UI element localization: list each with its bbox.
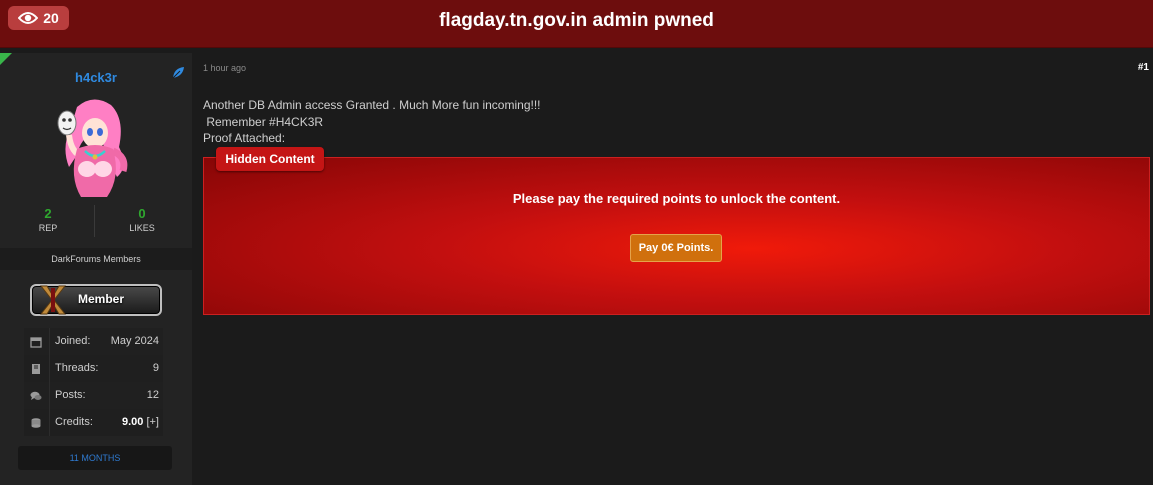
- post-line: Remember #H4CK3R: [203, 114, 324, 129]
- credits-row: Credits: 9.00 [+]: [24, 409, 163, 436]
- rep-label: REP: [38, 223, 58, 233]
- leaf-icon: [172, 66, 185, 84]
- pay-points-button[interactable]: Pay 0€ Points.: [630, 234, 722, 262]
- joined-value: May 2024: [110, 335, 159, 347]
- rank-emblem-icon: [38, 284, 68, 316]
- rep-count: 2: [44, 206, 52, 221]
- author-stats: 2 REP 0 LIKES: [0, 203, 192, 239]
- threads-value[interactable]: 9: [153, 362, 159, 374]
- book-icon: [30, 363, 42, 375]
- likes-label: LIKES: [129, 223, 155, 233]
- row-divider: [49, 382, 50, 409]
- author-panel: h4ck3r 2 REP 0 LIKES DarkForums Members …: [0, 53, 192, 485]
- author-info-table: Joined: May 2024 Threads: 9 Posts: 12 Cr…: [24, 328, 163, 436]
- comments-icon: [30, 390, 42, 402]
- likes-stat[interactable]: 0 LIKES: [94, 206, 190, 233]
- post-body: Another DB Admin access Granted . Much M…: [203, 97, 541, 147]
- coins-icon: [30, 417, 42, 429]
- calendar-icon: [30, 336, 42, 348]
- hidden-content-label: Hidden Content: [216, 147, 324, 171]
- thread-title: flagday.tn.gov.in admin pwned: [439, 10, 714, 31]
- posts-value[interactable]: 12: [147, 389, 159, 401]
- credits-value: 9.00: [121, 416, 144, 428]
- row-divider: [49, 409, 50, 436]
- post-number[interactable]: #1: [1138, 62, 1149, 73]
- rep-stat[interactable]: 2 REP: [0, 206, 96, 233]
- posts-row: Posts: 12: [24, 382, 163, 409]
- row-divider: [49, 328, 50, 355]
- username-link[interactable]: h4ck3r: [0, 70, 192, 85]
- user-group: DarkForums Members: [0, 248, 192, 270]
- thread-header: 20 flagday.tn.gov.in admin pwned: [0, 0, 1153, 48]
- post-line: Proof Attached:: [203, 131, 286, 145]
- member-badge: Member: [30, 284, 162, 316]
- credits-value-group: 9.00 [+]: [122, 416, 159, 428]
- credits-add-link[interactable]: [+]: [146, 416, 159, 428]
- avatar[interactable]: [47, 97, 139, 201]
- threads-label: Threads:: [55, 362, 99, 374]
- membership-duration: 11 MONTHS: [18, 446, 172, 470]
- threads-row: Threads: 9: [24, 355, 163, 382]
- post-timestamp[interactable]: 1 hour ago: [203, 63, 246, 73]
- credits-label: Credits:: [55, 416, 93, 428]
- unlock-message: Please pay the required points to unlock…: [512, 191, 841, 206]
- likes-count: 0: [138, 206, 146, 221]
- posts-label: Posts:: [55, 389, 86, 401]
- online-indicator: [0, 53, 12, 65]
- member-badge-label: Member: [78, 292, 125, 306]
- joined-label: Joined:: [55, 335, 91, 347]
- post-line: Another DB Admin access Granted . Much M…: [203, 98, 541, 112]
- joined-row: Joined: May 2024: [24, 328, 163, 355]
- row-divider: [49, 355, 50, 382]
